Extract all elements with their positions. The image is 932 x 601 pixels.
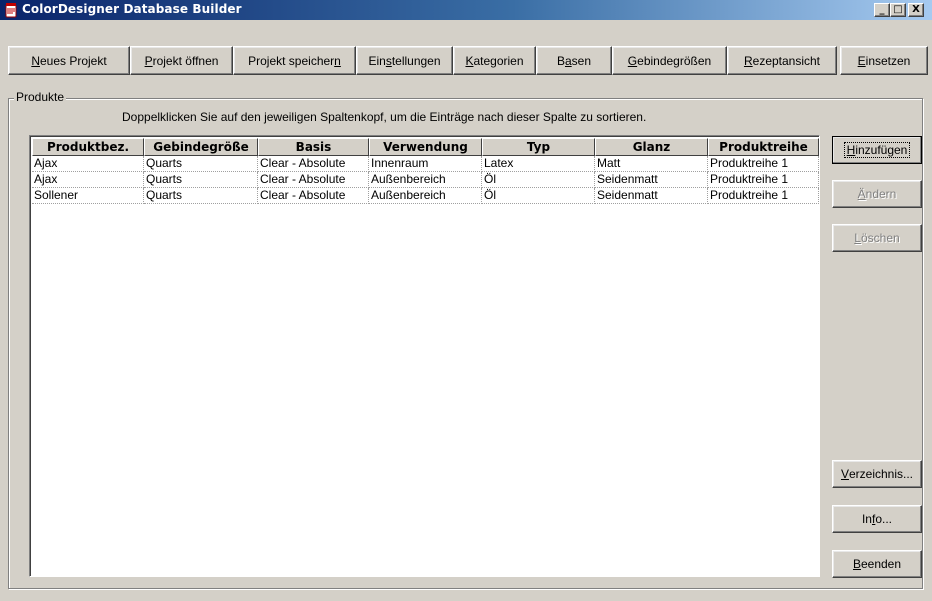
title-bar: ColorDesigner Database Builder _ □ X bbox=[0, 0, 932, 20]
table-cell: Clear - Absolute bbox=[258, 188, 369, 204]
table-cell: Quarts bbox=[144, 172, 258, 188]
recipe-view-button[interactable]: Rezeptansicht bbox=[727, 46, 837, 75]
table-cell: Matt bbox=[595, 156, 708, 172]
quit-button[interactable]: Beenden bbox=[832, 550, 922, 578]
table-cell: Clear - Absolute bbox=[258, 172, 369, 188]
column-header-type[interactable]: Typ bbox=[482, 138, 595, 156]
table-cell: Latex bbox=[482, 156, 595, 172]
table-cell: Innenraum bbox=[369, 156, 482, 172]
column-header-container-size[interactable]: Gebindegröße bbox=[144, 138, 258, 156]
column-header-base[interactable]: Basis bbox=[258, 138, 369, 156]
container-sizes-button[interactable]: Gebindegrößen bbox=[612, 46, 727, 75]
maximize-button[interactable]: □ bbox=[890, 3, 906, 17]
products-list[interactable]: Produktbez. Gebindegröße Basis Verwendun… bbox=[29, 135, 820, 577]
table-cell: Ajax bbox=[32, 172, 144, 188]
table-cell: Außenbereich bbox=[369, 172, 482, 188]
settings-button[interactable]: Ein s tellungen bbox=[356, 46, 453, 75]
add-button[interactable]: Hinzufügen bbox=[832, 136, 922, 164]
minimize-icon: _ bbox=[879, 4, 885, 15]
minimize-button[interactable]: _ bbox=[874, 3, 890, 17]
column-header-product-line[interactable]: Produktreihe bbox=[708, 138, 819, 156]
categories-button[interactable]: Kategorien bbox=[453, 46, 536, 75]
table-cell: Produktreihe 1 bbox=[708, 188, 819, 204]
app-icon bbox=[5, 3, 17, 18]
table-cell: Öl bbox=[482, 172, 595, 188]
column-header-usage[interactable]: Verwendung bbox=[369, 138, 482, 156]
table-cell: Produktreihe 1 bbox=[708, 156, 819, 172]
close-icon: X bbox=[912, 4, 920, 15]
insert-button[interactable]: Einsetzen bbox=[840, 46, 928, 75]
directory-button[interactable]: Verzeichnis... bbox=[832, 460, 922, 488]
delete-button[interactable]: Löschen bbox=[832, 224, 922, 252]
new-project-button[interactable]: Neues Projekt bbox=[8, 46, 130, 75]
save-project-button[interactable]: Projekt speicher n bbox=[233, 46, 356, 75]
change-button[interactable]: Ändern bbox=[832, 180, 922, 208]
table-cell: Quarts bbox=[144, 188, 258, 204]
info-button[interactable]: In f o... bbox=[832, 505, 922, 533]
close-button[interactable]: X bbox=[908, 3, 924, 17]
table-cell: Seidenmatt bbox=[595, 188, 708, 204]
table-cell: Sollener bbox=[32, 188, 144, 204]
table-cell: Öl bbox=[482, 188, 595, 204]
bases-button[interactable]: Ba sen bbox=[536, 46, 612, 75]
column-header-gloss[interactable]: Glanz bbox=[595, 138, 708, 156]
table-cell: Seidenmatt bbox=[595, 172, 708, 188]
maximize-icon: □ bbox=[893, 4, 903, 15]
table-cell: Außenbereich bbox=[369, 188, 482, 204]
table-cell: Produktreihe 1 bbox=[708, 172, 819, 188]
table-cell: Quarts bbox=[144, 156, 258, 172]
window-title: ColorDesigner Database Builder bbox=[22, 2, 242, 16]
sort-hint: Doppelklicken Sie auf den jeweiligen Spa… bbox=[122, 110, 647, 124]
open-project-button[interactable]: Projekt öffnen bbox=[130, 46, 233, 75]
table-cell: Clear - Absolute bbox=[258, 156, 369, 172]
products-group-label: Produkte bbox=[14, 90, 67, 104]
table-cell: Ajax bbox=[32, 156, 144, 172]
column-header-product-name[interactable]: Produktbez. bbox=[32, 138, 144, 156]
